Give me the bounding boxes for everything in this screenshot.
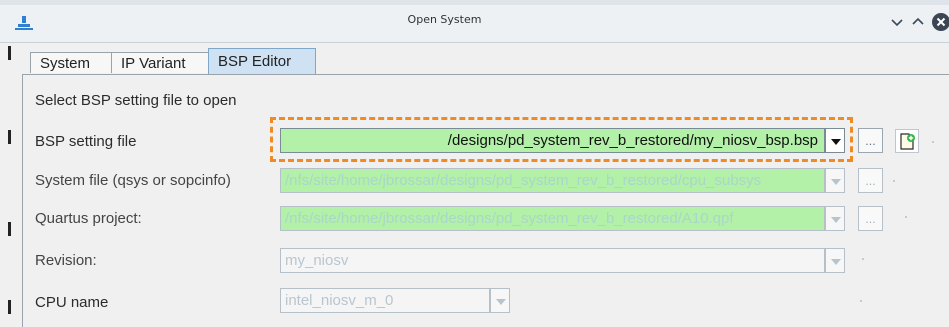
chevron-up-icon bbox=[912, 17, 924, 25]
separator-dot bbox=[932, 141, 934, 143]
title-bar: Open System bbox=[0, 0, 949, 43]
chevron-down-icon bbox=[891, 19, 903, 27]
chevron-down-icon bbox=[831, 179, 841, 185]
close-icon bbox=[936, 17, 946, 27]
bsp-setting-file-label: BSP setting file bbox=[35, 133, 137, 150]
separator-dot bbox=[862, 258, 864, 260]
separator-dot bbox=[905, 216, 907, 218]
minimize-icon[interactable] bbox=[889, 14, 905, 30]
edge-mark bbox=[8, 222, 11, 236]
close-button[interactable] bbox=[932, 13, 949, 31]
cpu-name-select[interactable]: intel_niosv_m_0 bbox=[280, 288, 490, 313]
system-file-dropdown[interactable] bbox=[825, 168, 845, 193]
system-file-label: System file (qsys or sopcinfo) bbox=[35, 172, 231, 189]
cpu-name-label: CPU name bbox=[35, 294, 109, 311]
chevron-down-icon bbox=[496, 299, 506, 305]
window-title: Open System bbox=[407, 13, 482, 26]
tab-bsp-editor[interactable]: BSP Editor bbox=[208, 48, 316, 74]
highlight-box bbox=[270, 117, 853, 162]
cpu-name-dropdown[interactable] bbox=[490, 288, 510, 313]
system-file-input[interactable]: /nfs/site/home/jbrossar/designs/pd_syste… bbox=[280, 168, 825, 193]
edge-mark bbox=[8, 300, 11, 314]
revision-label: Revision: bbox=[35, 252, 97, 269]
separator-dot bbox=[860, 300, 862, 302]
bsp-setting-file-browse-button[interactable]: ... bbox=[858, 128, 883, 153]
quartus-project-browse-button[interactable]: ... bbox=[858, 206, 883, 231]
quartus-project-dropdown[interactable] bbox=[825, 206, 845, 231]
tab-system[interactable]: System bbox=[30, 52, 112, 73]
instruction-text: Select BSP setting file to open bbox=[35, 92, 237, 109]
maximize-icon[interactable] bbox=[910, 14, 926, 30]
new-file-icon bbox=[900, 133, 915, 150]
chevron-down-icon bbox=[831, 217, 841, 223]
tab-ip-variant[interactable]: IP Variant bbox=[111, 52, 210, 73]
new-bsp-button[interactable] bbox=[895, 129, 919, 153]
edge-mark bbox=[8, 130, 11, 144]
edge-mark bbox=[8, 46, 11, 60]
separator-dot bbox=[893, 180, 895, 182]
title-bar-top-strip bbox=[0, 0, 949, 5]
revision-select[interactable]: my_niosv bbox=[280, 248, 825, 273]
system-file-browse-button[interactable]: ... bbox=[858, 168, 883, 193]
chevron-down-icon bbox=[831, 259, 841, 265]
quartus-project-input[interactable]: /nfs/site/home/jbrossar/designs/pd_syste… bbox=[280, 206, 825, 231]
quartus-project-label: Quartus project: bbox=[35, 210, 142, 227]
revision-dropdown[interactable] bbox=[825, 248, 845, 273]
